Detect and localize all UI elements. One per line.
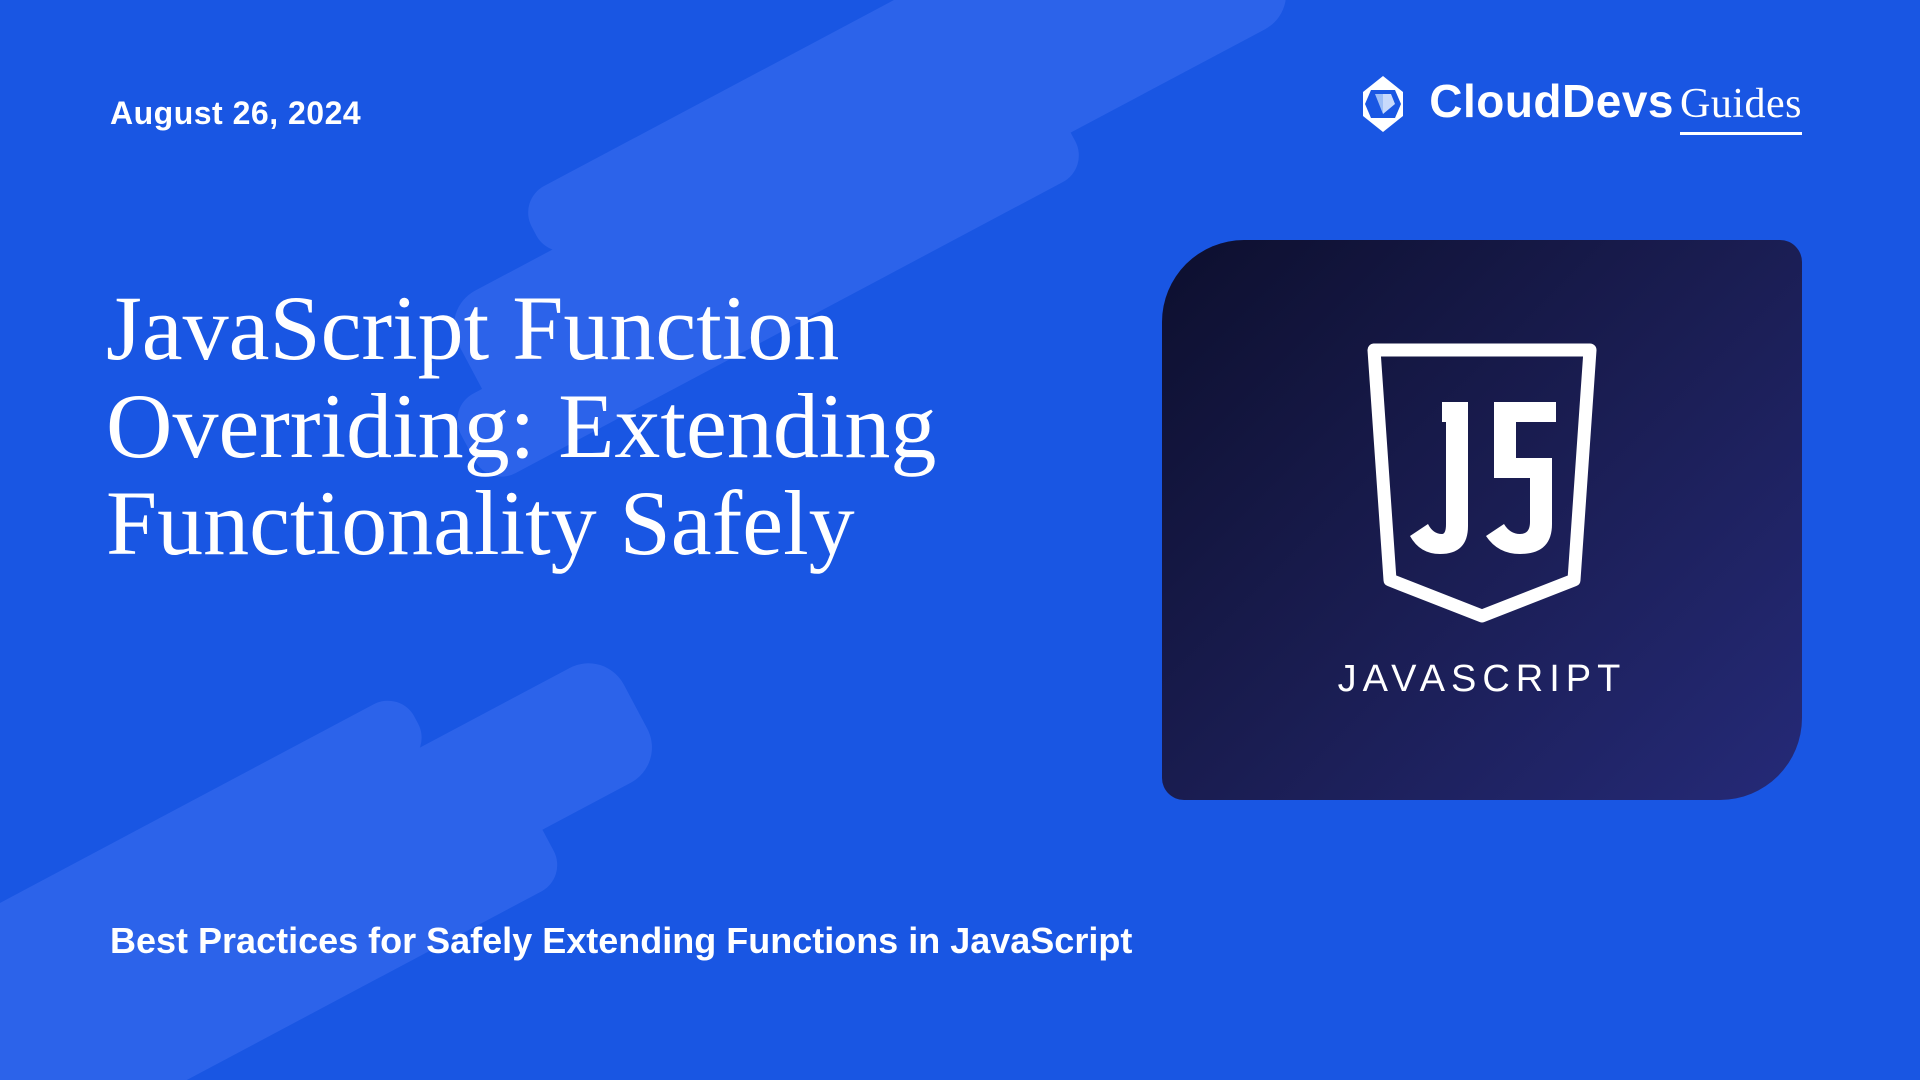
card-label: JAVASCRIPT — [1338, 658, 1627, 701]
brand-icon — [1351, 72, 1415, 136]
brush-decoration-2 — [0, 649, 666, 1080]
javascript-shield-icon — [1352, 340, 1612, 630]
page-title: JavaScript Function Overriding: Extendin… — [106, 280, 1066, 573]
brand-logo: CloudDevs Guides — [1351, 72, 1802, 136]
brand-name-suffix: Guides — [1680, 80, 1802, 135]
brand-name: CloudDevs Guides — [1429, 74, 1802, 135]
feature-card: JAVASCRIPT — [1162, 240, 1802, 800]
page-subtitle: Best Practices for Safely Extending Func… — [110, 920, 1132, 962]
publish-date: August 26, 2024 — [110, 95, 361, 132]
brand-name-main: CloudDevs — [1429, 74, 1674, 128]
